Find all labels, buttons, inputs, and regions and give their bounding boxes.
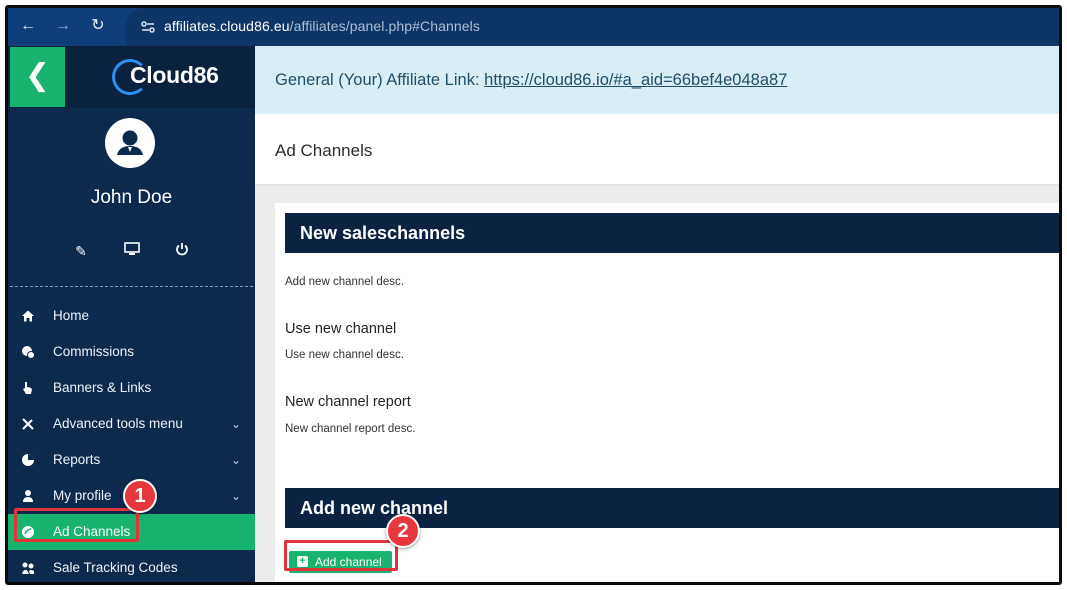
sidebar-header: ❮ Cloud86 <box>8 46 255 108</box>
sidebar-item-banners-links[interactable]: Banners & Links <box>8 370 255 406</box>
use-new-channel-title: Use new channel <box>285 321 397 337</box>
address-bar[interactable]: affiliates.cloud86.eu/affiliates/panel.p… <box>126 8 1059 46</box>
user-avatar-icon <box>117 130 143 155</box>
hand-pointer-icon <box>23 382 32 394</box>
forward-arrow-icon[interactable]: → <box>53 16 73 36</box>
sidebar-divider <box>10 286 253 287</box>
sidebar-item-reports[interactable]: Reports ⌄ <box>8 442 255 478</box>
sidebar-item-label: Advanced tools menu <box>53 416 183 431</box>
affiliate-link-bar: General (Your) Affiliate Link: https://c… <box>255 46 1059 114</box>
url-text[interactable]: affiliates.cloud86.eu/affiliates/panel.p… <box>164 18 480 34</box>
step-badge-2: 2 <box>386 514 420 548</box>
tools-icon <box>22 418 34 430</box>
monitor-icon[interactable] <box>123 242 141 258</box>
power-icon[interactable] <box>173 242 191 258</box>
sidebar-item-label: Sale Tracking Codes <box>53 560 178 575</box>
sidebar-item-label: Home <box>53 308 90 323</box>
sidebar-item-home[interactable]: Home <box>8 298 255 334</box>
new-channel-report-title: New channel report <box>285 394 411 410</box>
new-section-desc: Add new channel desc. <box>285 276 404 288</box>
sidebar-item-label: Banners & Links <box>53 380 152 395</box>
sidebar-item-label: Commissions <box>53 344 135 359</box>
tracking-icon <box>22 562 34 574</box>
sidebar-item-label: My profile <box>53 488 112 503</box>
home-icon <box>22 310 34 322</box>
highlight-ad-channels <box>14 508 139 542</box>
sidebar-item-sale-tracking-codes[interactable]: Sale Tracking Codes <box>8 550 255 582</box>
cloud86-logo[interactable]: Cloud86 <box>130 62 219 89</box>
user-icon <box>23 490 33 502</box>
reload-icon[interactable]: ↻ <box>88 16 108 36</box>
url-domain: affiliates.cloud86.eu <box>164 18 290 34</box>
step-badge-1: 1 <box>123 479 157 513</box>
url-path: /affiliates/panel.php#Channels <box>289 18 480 34</box>
sidebar-item-commissions[interactable]: Commissions <box>8 334 255 370</box>
highlight-add-channel <box>284 540 398 571</box>
user-actions: ✎ <box>8 242 255 261</box>
back-arrow-icon[interactable]: ← <box>18 16 38 36</box>
main-content: General (Your) Affiliate Link: https://c… <box>255 46 1059 582</box>
chevron-down-icon: ⌄ <box>230 417 241 431</box>
page-title: Ad Channels <box>255 114 1059 184</box>
avatar <box>105 118 155 168</box>
chevron-left-icon: ❮ <box>24 59 51 92</box>
edit-pencil-icon[interactable]: ✎ <box>72 243 90 259</box>
affiliate-link-label: General (Your) Affiliate Link: <box>275 71 480 89</box>
collapse-sidebar-button[interactable]: ❮ <box>10 47 65 107</box>
browser-toolbar: ← → ↻ affiliates.cloud86.eu/affiliates/p… <box>8 8 1059 46</box>
new-saleschannels-heading: New saleschannels <box>285 213 1059 253</box>
new-channel-report-desc: New channel report desc. <box>285 423 416 435</box>
user-name: John Doe <box>90 187 173 208</box>
site-settings-icon[interactable] <box>140 19 156 35</box>
sidebar-item-advanced-tools[interactable]: Advanced tools menu ⌄ <box>8 406 255 442</box>
affiliate-link[interactable]: https://cloud86.io/#a_aid=66bef4e048a87 <box>484 71 787 89</box>
coins-icon <box>22 346 35 359</box>
sidebar-item-label: Reports <box>53 452 101 467</box>
pie-chart-icon <box>22 454 34 466</box>
chevron-down-icon: ⌄ <box>230 453 241 467</box>
use-new-channel-desc: Use new channel desc. <box>285 349 404 361</box>
screenshot-frame: ← → ↻ affiliates.cloud86.eu/affiliates/p… <box>5 5 1062 585</box>
chevron-down-icon: ⌄ <box>230 489 241 503</box>
